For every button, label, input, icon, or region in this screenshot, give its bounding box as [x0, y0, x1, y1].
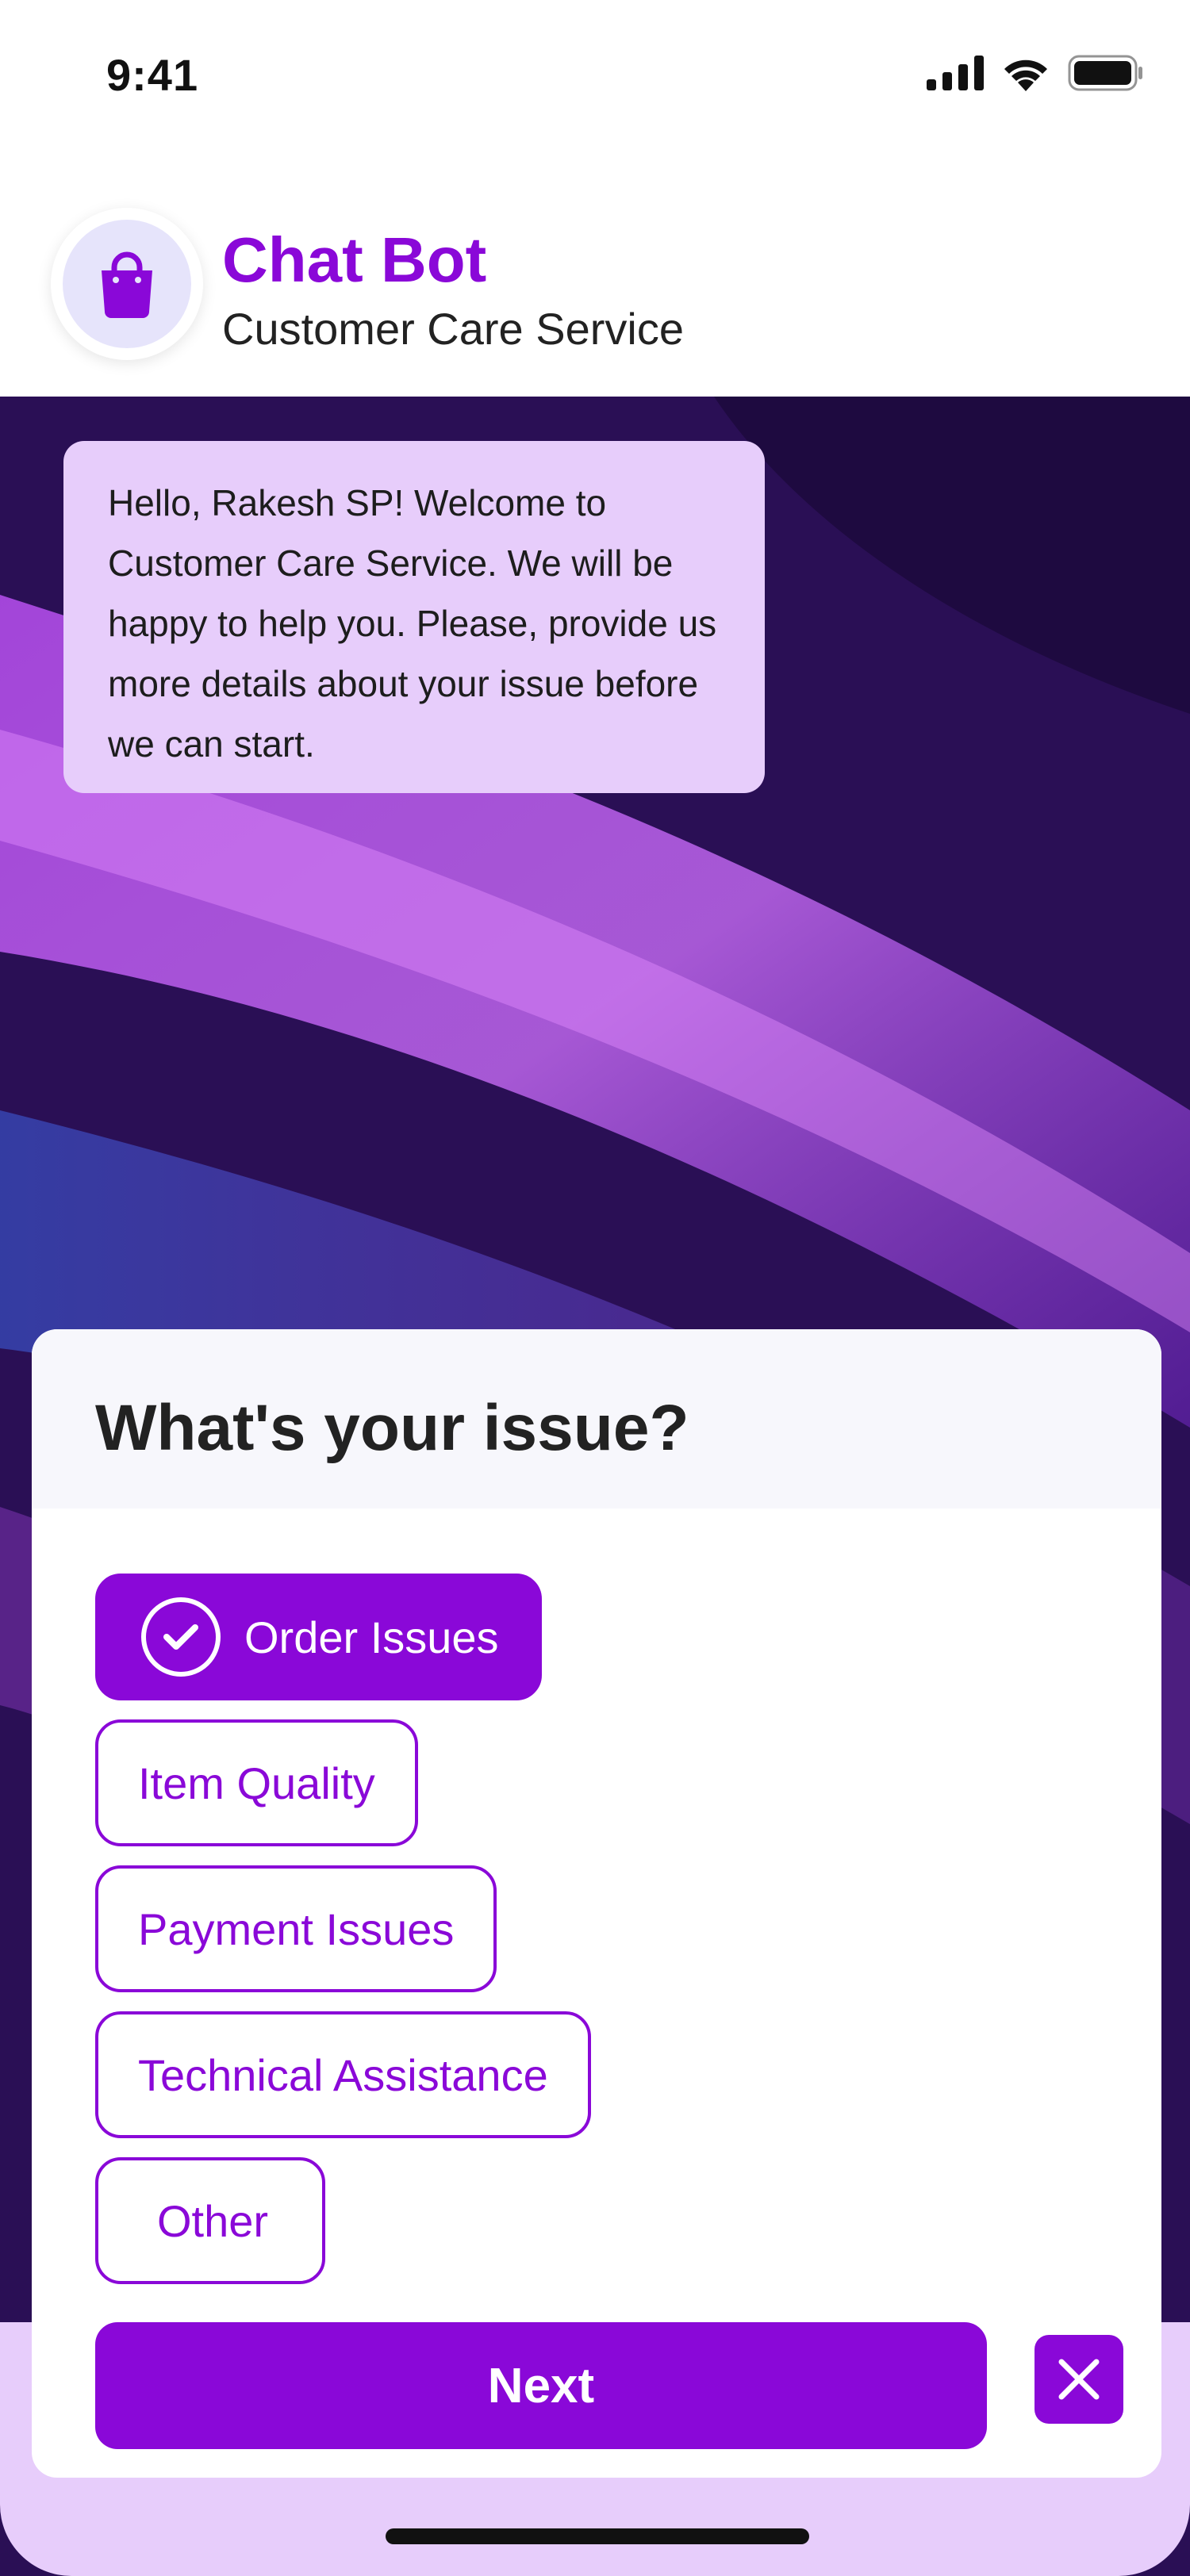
chat-title: Chat Bot: [222, 224, 487, 295]
issue-sheet: What's your issue? Order Issues Item Qua…: [32, 1329, 1161, 2478]
cellular-signal-icon: [927, 56, 984, 90]
issue-sheet-title: What's your issue?: [95, 1392, 689, 1464]
option-other[interactable]: Other: [95, 2157, 326, 2284]
bot-message-bubble: Hello, Rakesh SP! Welcome to Customer Ca…: [63, 441, 765, 793]
shopping-bag-icon: [102, 251, 152, 318]
chat-header: Chat Bot Customer Care Service: [0, 151, 1190, 397]
chat-subtitle: Customer Care Service: [222, 304, 684, 354]
battery-icon: [1068, 55, 1142, 91]
wifi-icon: [1004, 59, 1047, 91]
status-time: 9:41: [106, 50, 199, 100]
close-icon: [1058, 2359, 1100, 2400]
check-circle-icon: [141, 1597, 221, 1677]
bot-message-text: Hello, Rakesh SP! Welcome to Customer Ca…: [108, 482, 717, 765]
option-label: Item Quality: [138, 1758, 375, 1808]
close-button[interactable]: [1035, 2335, 1123, 2424]
issue-sheet-header: What's your issue?: [32, 1329, 1161, 1508]
option-technical-assistance[interactable]: Technical Assistance: [95, 2011, 591, 2138]
option-label: Payment Issues: [138, 1903, 455, 1954]
bot-avatar: [51, 208, 203, 360]
status-icons: [927, 52, 1144, 94]
home-indicator: [386, 2528, 809, 2544]
option-order-issues[interactable]: Order Issues: [95, 1574, 542, 1700]
option-payment-issues[interactable]: Payment Issues: [95, 1865, 497, 1992]
next-button[interactable]: Next: [95, 2322, 987, 2449]
option-label: Other: [157, 2195, 269, 2246]
status-bar: 9:41: [0, 0, 1190, 151]
option-item-quality[interactable]: Item Quality: [95, 1719, 418, 1846]
option-label: Order Issues: [244, 1612, 499, 1662]
option-label: Technical Assistance: [138, 2049, 548, 2100]
